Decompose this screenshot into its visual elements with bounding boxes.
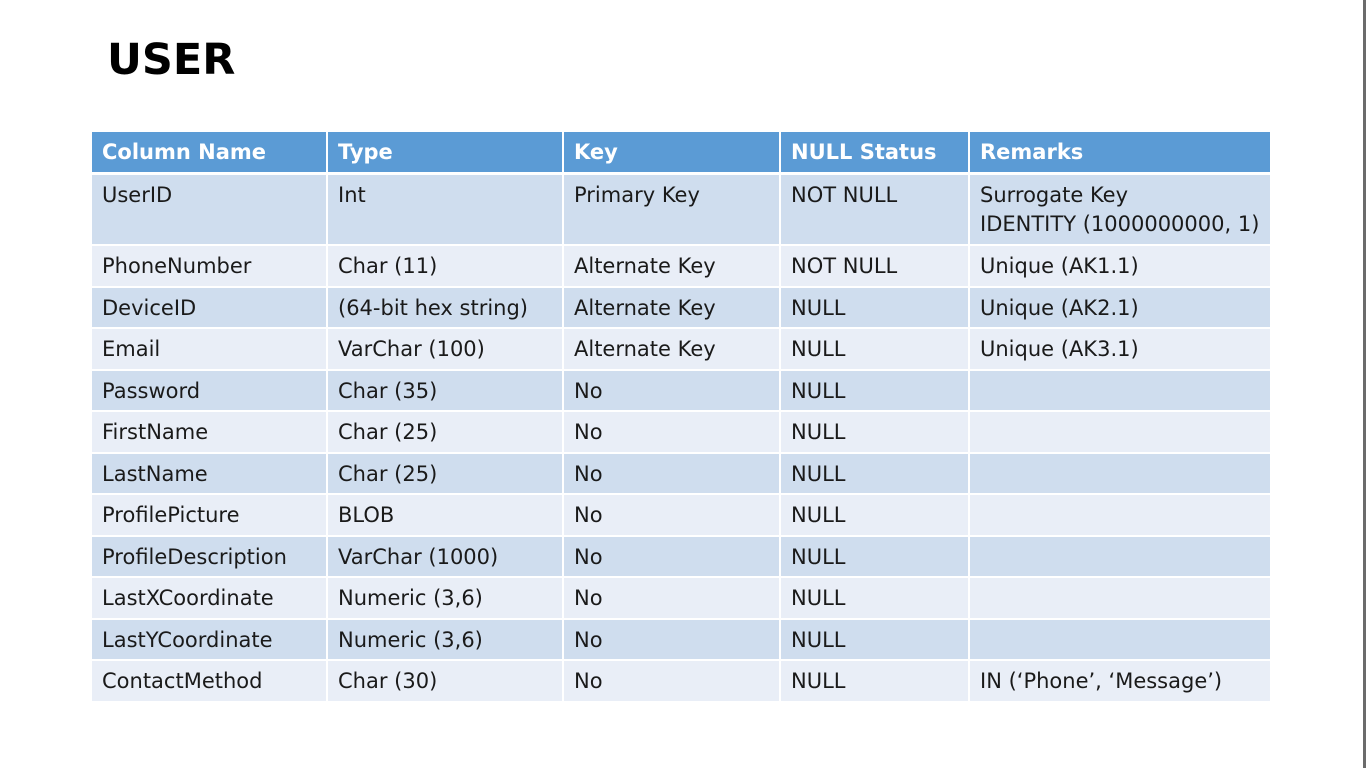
cell-key: No xyxy=(563,494,781,537)
cell-type: Char (35) xyxy=(327,369,564,412)
cell-remarks xyxy=(969,577,1270,620)
header-null-status: NULL Status xyxy=(780,132,970,175)
cell-type: VarChar (1000) xyxy=(327,535,564,578)
table-row: ProfilePicture BLOB No NULL xyxy=(92,494,1270,537)
table-row: Email VarChar (100) Alternate Key NULL Uniqu… xyxy=(92,328,1270,371)
cell-column-name: Email xyxy=(92,328,328,371)
cell-column-name: ContactMethod xyxy=(92,660,328,703)
cell-type: Numeric (3,6) xyxy=(327,618,564,661)
slide-title: USER xyxy=(107,35,236,85)
cell-remarks xyxy=(969,369,1270,412)
header-column-name: Column Name xyxy=(92,132,328,175)
cell-null-status: NULL xyxy=(780,411,970,454)
cell-remarks: Unique (AK1.1) xyxy=(969,245,1270,288)
header-row: Column Name Type Key NULL Status Remarks xyxy=(92,132,1270,175)
cell-null-status: NULL xyxy=(780,452,970,495)
cell-type: Char (30) xyxy=(327,660,564,703)
cell-key: No xyxy=(563,618,781,661)
cell-column-name: DeviceID xyxy=(92,286,328,329)
cell-key: Alternate Key xyxy=(563,245,781,288)
cell-remarks xyxy=(969,618,1270,661)
cell-key: Alternate Key xyxy=(563,328,781,371)
cell-column-name: UserID xyxy=(92,173,328,246)
schema-table: Column Name Type Key NULL Status Remarks… xyxy=(92,132,1270,703)
cell-null-status: NULL xyxy=(780,369,970,412)
remark-line: Unique (AK2.1) xyxy=(980,295,1139,320)
remark-line: Unique (AK3.1) xyxy=(980,337,1139,361)
cell-column-name: ProfilePicture xyxy=(92,494,328,537)
header-remarks: Remarks xyxy=(969,132,1270,175)
cell-column-name: LastName xyxy=(92,452,328,495)
cell-null-status: NOT NULL xyxy=(780,173,970,246)
cell-key: No xyxy=(563,577,781,620)
cell-column-name: LastYCoordinate xyxy=(92,618,328,661)
cell-type: VarChar (100) xyxy=(327,328,564,371)
cell-remarks xyxy=(969,494,1270,537)
cell-key: No xyxy=(563,660,781,703)
cell-key: No xyxy=(563,411,781,454)
cell-type: Int xyxy=(327,173,564,246)
table-row: LastName Char (25) No NULL xyxy=(92,452,1270,495)
cell-remarks xyxy=(969,411,1270,454)
cell-null-status: NULL xyxy=(780,660,970,703)
cell-key: No xyxy=(563,452,781,495)
cell-column-name: PhoneNumber xyxy=(92,245,328,288)
cell-remarks xyxy=(969,535,1270,578)
cell-type: Char (25) xyxy=(327,411,564,454)
cell-type: (64-bit hex string) xyxy=(327,286,564,329)
slide: USER Column Name Type Key NULL Status Re… xyxy=(0,0,1366,768)
cell-column-name: LastXCoordinate xyxy=(92,577,328,620)
table-row: LastXCoordinate Numeric (3,6) No NULL xyxy=(92,577,1270,620)
cell-null-status: NULL xyxy=(780,286,970,329)
table-row: UserID Int Primary Key NOT NULL Surrogate Ke… xyxy=(92,173,1270,246)
remark-line: IDENTITY (1000000000, 1) xyxy=(980,211,1260,236)
table-row: LastYCoordinate Numeric (3,6) No NULL xyxy=(92,618,1270,661)
cell-type: Char (25) xyxy=(327,452,564,495)
table-row: PhoneNumber Char (11) Alternate Key NOT NUL… xyxy=(92,245,1270,288)
header-key: Key xyxy=(563,132,781,175)
cell-remarks: Unique (AK3.1) xyxy=(969,328,1270,371)
table-row: FirstName Char (25) No NULL xyxy=(92,411,1270,454)
cell-remarks: Surrogate Key IDENTITY (1000000000, 1) xyxy=(969,173,1270,246)
cell-remarks xyxy=(969,452,1270,495)
cell-null-status: NOT NULL xyxy=(780,245,970,288)
cell-type: Numeric (3,6) xyxy=(327,577,564,620)
table-body: UserID Int Primary Key NOT NULL Surrogate Ke… xyxy=(92,173,1270,703)
table-row: Password Char (35) No NULL xyxy=(92,369,1270,412)
cell-type: Char (11) xyxy=(327,245,564,288)
cell-key: Alternate Key xyxy=(563,286,781,329)
cell-key: No xyxy=(563,369,781,412)
cell-null-status: NULL xyxy=(780,535,970,578)
cell-key: Primary Key xyxy=(563,173,781,246)
cell-column-name: ProfileDescription xyxy=(92,535,328,578)
cell-remarks: IN (‘Phone’, ‘Message’) xyxy=(969,660,1270,703)
cell-null-status: NULL xyxy=(780,618,970,661)
cell-null-status: NULL xyxy=(780,494,970,537)
table-row: DeviceID (64-bit hex string) Alternate Key… xyxy=(92,286,1270,329)
cell-column-name: FirstName xyxy=(92,411,328,454)
table-row: ProfileDescription VarChar (1000) No NULL xyxy=(92,535,1270,578)
table-row: ContactMethod Char (30) No NULL IN (‘Phone’,… xyxy=(92,660,1270,703)
cell-type: BLOB xyxy=(327,494,564,537)
remark-line: Surrogate Key xyxy=(980,182,1129,207)
remark-line: Unique (AK1.1) xyxy=(980,254,1139,278)
cell-null-status: NULL xyxy=(780,577,970,620)
cell-null-status: NULL xyxy=(780,328,970,371)
remark-line: IN (‘Phone’, ‘Message’) xyxy=(980,669,1223,693)
header-type: Type xyxy=(327,132,564,175)
cell-remarks: Unique (AK2.1) xyxy=(969,286,1270,329)
cell-column-name: Password xyxy=(92,369,328,412)
cell-key: No xyxy=(563,535,781,578)
